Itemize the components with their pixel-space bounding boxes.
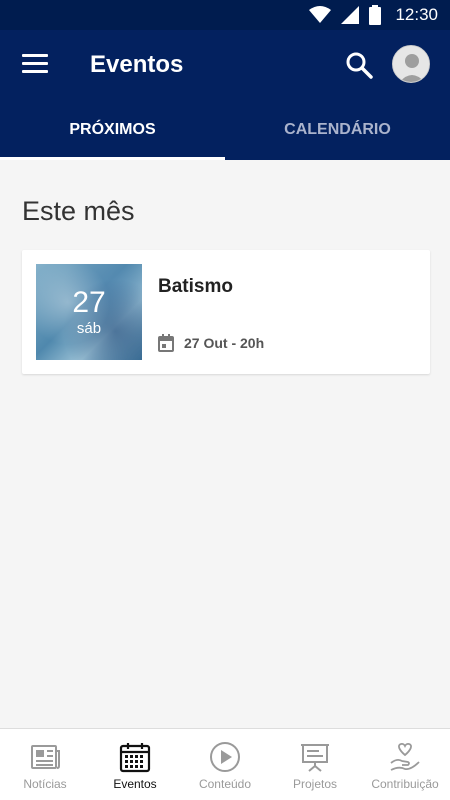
tab-bar: PRÓXIMOS CALENDÁRIO (0, 100, 450, 160)
nav-item-noticias[interactable]: Notícias (0, 729, 90, 800)
event-card[interactable]: 27 sáb Batismo 27 Out - 20h (22, 250, 430, 374)
battery-icon (369, 5, 382, 25)
nav-item-conteudo[interactable]: Conteúdo (180, 729, 270, 800)
page-title: Eventos (90, 51, 184, 78)
presentation-icon (301, 744, 329, 772)
menu-icon[interactable] (22, 54, 48, 76)
heart-hand-icon (390, 743, 420, 771)
status-bar: 12:30 (0, 0, 450, 30)
search-icon[interactable] (344, 50, 374, 80)
nav-label-projetos: Projetos (292, 777, 338, 791)
bottom-nav: Notícias Eventos Conteúdo Projetos Contr… (0, 728, 450, 800)
calendar-icon (158, 334, 174, 352)
section-title: Este mês (22, 196, 135, 226)
app-bar: Eventos (0, 30, 450, 100)
event-day: 27 (72, 286, 106, 319)
tab-proximos[interactable]: PRÓXIMOS (0, 100, 225, 160)
play-icon (210, 742, 240, 772)
nav-item-eventos[interactable]: Eventos (90, 729, 180, 800)
event-thumbnail: 27 sáb (36, 264, 142, 360)
event-name: Batismo (158, 276, 233, 297)
tab-calendario[interactable]: CALENDÁRIO (225, 100, 450, 160)
status-time: 12:30 (395, 5, 438, 24)
newspaper-icon (31, 745, 60, 769)
event-date: 27 Out - 20h (184, 335, 265, 351)
nav-item-projetos[interactable]: Projetos (270, 729, 360, 800)
nav-item-contribuicao[interactable]: Contribuição (360, 729, 450, 800)
wifi-icon (309, 6, 332, 23)
signal-icon (341, 6, 360, 24)
nav-label-eventos: Eventos (113, 777, 157, 791)
calendar-icon (119, 743, 151, 773)
avatar-icon[interactable] (392, 45, 430, 83)
nav-label-noticias: Notícias (23, 777, 67, 791)
nav-label-contribuicao: Contribuição (371, 777, 439, 791)
nav-label-conteudo: Conteúdo (198, 777, 252, 791)
event-weekday: sáb (76, 320, 102, 337)
